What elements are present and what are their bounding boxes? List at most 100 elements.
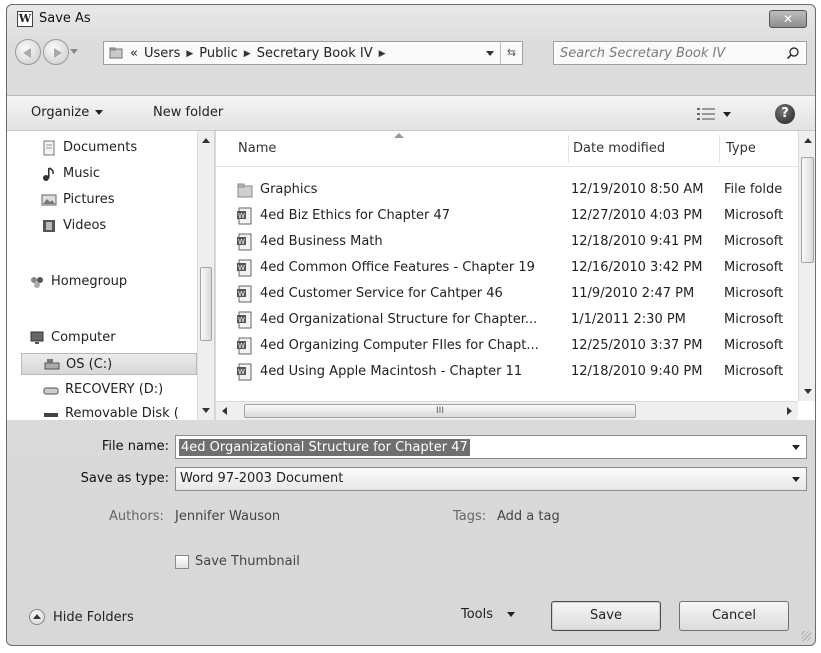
nav-item-videos[interactable]: Videos bbox=[7, 215, 193, 237]
scroll-down-icon[interactable] bbox=[804, 389, 812, 394]
chevron-down-icon[interactable] bbox=[792, 477, 800, 482]
file-row[interactable]: Graphics 12/19/2010 8:50 AM File folde bbox=[216, 177, 798, 203]
column-divider[interactable] bbox=[568, 135, 569, 163]
nav-item-pictures[interactable]: Pictures bbox=[7, 189, 193, 211]
recent-locations-chevron-icon[interactable] bbox=[70, 49, 78, 54]
help-icon[interactable]: ? bbox=[775, 104, 795, 124]
search-box[interactable] bbox=[553, 41, 807, 65]
cancel-button[interactable]: Cancel bbox=[679, 601, 789, 631]
homegroup-icon bbox=[31, 276, 43, 288]
svg-text:W: W bbox=[238, 212, 245, 220]
chevron-right-icon[interactable]: ▶ bbox=[244, 49, 251, 59]
view-options-icon[interactable] bbox=[697, 107, 715, 121]
music-icon bbox=[43, 166, 54, 181]
tags-field[interactable]: Add a tag bbox=[497, 509, 560, 524]
scrollbar-thumb[interactable] bbox=[801, 157, 814, 263]
nav-item-label: Videos bbox=[63, 218, 107, 233]
authors-field[interactable]: Jennifer Wauson bbox=[175, 509, 280, 524]
scrollbar-thumb[interactable]: III bbox=[244, 404, 636, 418]
nav-item-label: Music bbox=[63, 166, 100, 181]
nav-item-documents[interactable]: Documents bbox=[7, 137, 193, 159]
collapse-up-icon bbox=[29, 609, 45, 625]
file-type: Microsoft bbox=[724, 286, 784, 301]
column-header-name[interactable]: Name bbox=[238, 141, 276, 156]
svg-text:W: W bbox=[238, 316, 245, 324]
chevron-right-icon[interactable]: ▶ bbox=[186, 49, 193, 59]
file-date: 12/19/2010 8:50 AM bbox=[571, 182, 704, 197]
view-dropdown-icon[interactable] bbox=[723, 112, 731, 117]
forward-button[interactable] bbox=[43, 39, 69, 65]
tools-button[interactable]: Tools bbox=[461, 607, 516, 622]
column-divider[interactable] bbox=[719, 135, 720, 163]
refresh-button[interactable]: ⇆ bbox=[500, 42, 522, 64]
chevron-down-icon bbox=[507, 612, 516, 617]
file-list: Name Date modified Type Graphics 12/19/2… bbox=[216, 131, 815, 420]
column-header-type[interactable]: Type bbox=[726, 141, 756, 156]
organize-button[interactable]: Organize bbox=[31, 105, 104, 120]
scroll-up-icon[interactable] bbox=[804, 138, 812, 143]
search-icon[interactable] bbox=[786, 46, 800, 60]
scroll-right-icon[interactable] bbox=[787, 407, 792, 415]
file-row[interactable]: W 4ed Biz Ethics for Chapter 47 12/27/20… bbox=[216, 203, 798, 229]
word-doc-icon: W bbox=[237, 311, 252, 329]
tags-label: Tags: bbox=[453, 509, 487, 524]
chevron-down-icon[interactable] bbox=[792, 445, 800, 450]
scroll-left-icon[interactable] bbox=[222, 407, 227, 415]
nav-item-computer[interactable]: Computer bbox=[7, 327, 193, 349]
navigation-pane: Documents Music Pictures Videos Homegrou… bbox=[7, 131, 215, 420]
file-list-vertical-scrollbar[interactable] bbox=[798, 131, 815, 401]
file-date: 12/18/2010 9:40 PM bbox=[571, 364, 703, 379]
chevron-right-icon[interactable]: ▶ bbox=[379, 49, 386, 59]
file-type: Microsoft bbox=[724, 260, 784, 275]
column-header-row: Name Date modified Type bbox=[216, 131, 798, 167]
breadcrumb-public[interactable]: Public bbox=[199, 46, 237, 61]
breadcrumb-overflow[interactable]: « bbox=[130, 46, 138, 61]
save-as-type-select[interactable]: Word 97-2003 Document bbox=[175, 467, 807, 491]
save-thumbnail-checkbox[interactable] bbox=[175, 555, 189, 569]
nav-item-os-c[interactable]: OS (C:) bbox=[21, 353, 197, 375]
resize-grip-icon[interactable] bbox=[801, 631, 811, 641]
file-row[interactable]: W 4ed Business Math 12/18/2010 9:41 PM M… bbox=[216, 229, 798, 255]
file-date: 12/25/2010 3:37 PM bbox=[571, 338, 703, 353]
nav-item-removable-disk[interactable]: Removable Disk ( bbox=[7, 403, 193, 420]
close-button[interactable]: ✕ bbox=[769, 10, 807, 28]
search-input[interactable] bbox=[560, 44, 776, 62]
organize-label: Organize bbox=[31, 105, 90, 120]
new-folder-button[interactable]: New folder bbox=[153, 105, 223, 120]
nav-item-recovery-d[interactable]: RECOVERY (D:) bbox=[7, 379, 193, 401]
navigation-scrollbar[interactable] bbox=[197, 131, 214, 420]
computer-icon bbox=[30, 331, 44, 344]
address-dropdown-icon[interactable] bbox=[486, 51, 494, 56]
folder-icon bbox=[109, 47, 123, 59]
svg-text:W: W bbox=[238, 238, 245, 246]
file-row[interactable]: W 4ed Organizational Structure for Chapt… bbox=[216, 307, 798, 333]
file-name-field[interactable]: 4ed Organizational Structure for Chapter… bbox=[175, 435, 807, 459]
scrollbar-thumb[interactable] bbox=[200, 267, 212, 341]
word-doc-icon: W bbox=[237, 285, 252, 303]
nav-item-label: Documents bbox=[63, 140, 138, 155]
file-name-value[interactable]: 4ed Organizational Structure for Chapter… bbox=[179, 439, 470, 456]
scroll-up-icon[interactable] bbox=[202, 138, 210, 143]
nav-item-homegroup[interactable]: Homegroup bbox=[7, 271, 193, 293]
address-bar[interactable]: « Users ▶ Public ▶ Secretary Book IV ▶ ⇆ bbox=[103, 41, 523, 65]
save-thumbnail-label[interactable]: Save Thumbnail bbox=[195, 554, 300, 569]
word-app-icon: W bbox=[17, 11, 33, 27]
nav-item-music[interactable]: Music bbox=[7, 163, 193, 185]
file-type: Microsoft bbox=[724, 338, 784, 353]
save-button[interactable]: Save bbox=[551, 601, 661, 631]
scroll-down-icon[interactable] bbox=[202, 408, 210, 413]
file-row[interactable]: W 4ed Using Apple Macintosh - Chapter 11… bbox=[216, 359, 798, 385]
file-row[interactable]: W 4ed Customer Service for Cahtper 46 11… bbox=[216, 281, 798, 307]
back-button[interactable] bbox=[15, 39, 41, 65]
breadcrumb-secretary-book-iv[interactable]: Secretary Book IV bbox=[257, 46, 373, 61]
file-date: 12/16/2010 3:42 PM bbox=[571, 260, 703, 275]
column-header-date-modified[interactable]: Date modified bbox=[573, 141, 665, 156]
videos-icon bbox=[43, 219, 55, 232]
breadcrumb-users[interactable]: Users bbox=[144, 46, 180, 61]
hide-folders-button[interactable]: Hide Folders bbox=[29, 609, 134, 625]
file-type: File folde bbox=[724, 182, 783, 197]
file-row[interactable]: W 4ed Common Office Features - Chapter 1… bbox=[216, 255, 798, 281]
file-type: Microsoft bbox=[724, 208, 784, 223]
file-row[interactable]: W 4ed Organizing Computer FIles for Chap… bbox=[216, 333, 798, 359]
file-list-horizontal-scrollbar[interactable]: III bbox=[216, 401, 798, 420]
